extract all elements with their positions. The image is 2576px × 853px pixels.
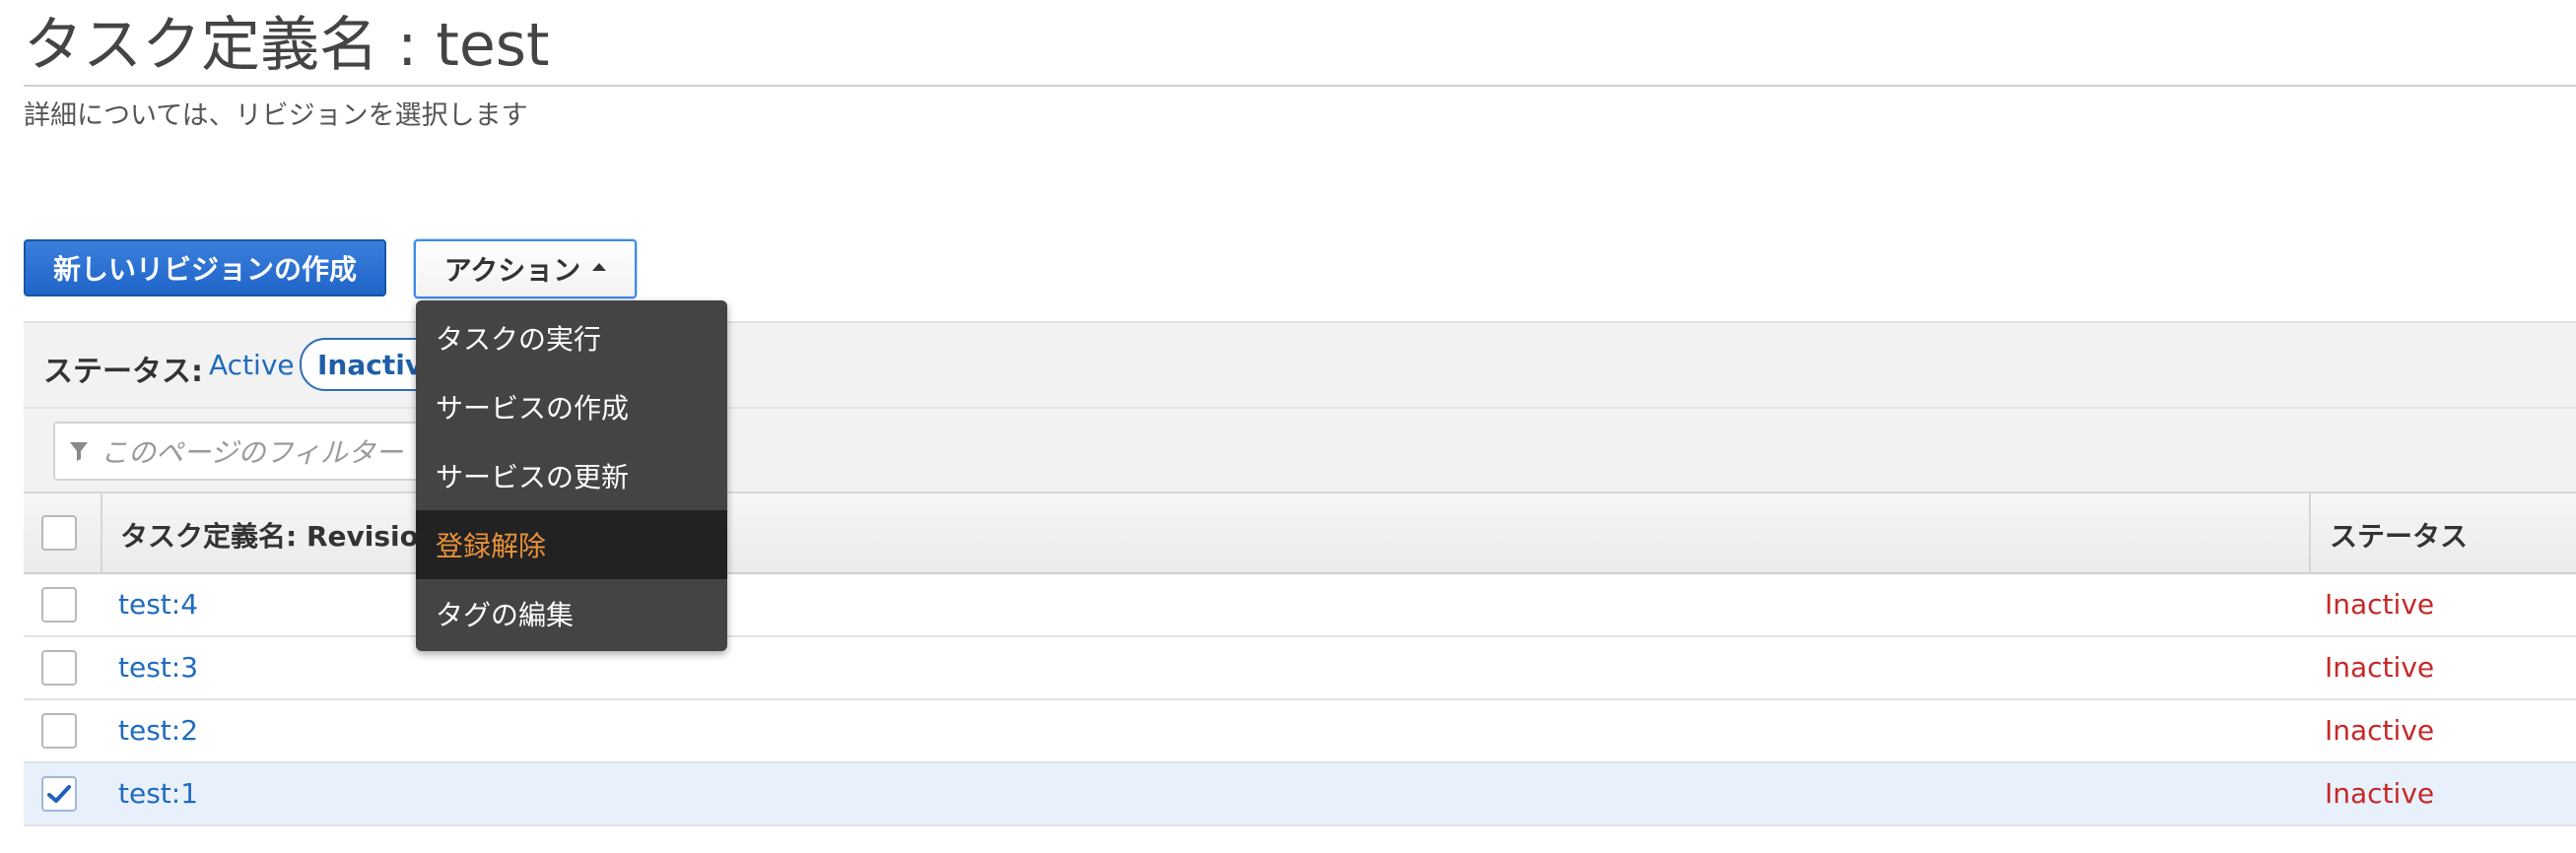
filter-bar: このページのフィルター	[24, 407, 2576, 492]
status-filter-label: ステータス:	[43, 355, 203, 389]
status-value: Inactive	[2325, 777, 2435, 810]
select-all-cell	[24, 493, 102, 572]
status-value: Inactive	[2325, 588, 2435, 621]
status-value: Inactive	[2325, 714, 2435, 747]
row-checkbox[interactable]	[41, 650, 77, 686]
column-divider	[2309, 493, 2311, 572]
column-header-revision[interactable]: タスク定義名: Revision	[120, 515, 439, 555]
table-row: test:3 Inactive	[24, 637, 2576, 700]
filter-icon	[69, 440, 89, 462]
menu-item-deregister[interactable]: 登録解除	[416, 510, 727, 579]
revision-link[interactable]: test:1	[118, 777, 198, 810]
menu-item-update-service[interactable]: サービスの更新	[416, 441, 727, 510]
actions-dropdown-menu: タスクの実行 サービスの作成 サービスの更新 登録解除 タグの編集	[416, 300, 727, 651]
revisions-table: タスク定義名: Revision ステータス test:4 Inactive t…	[24, 492, 2576, 826]
create-revision-label: 新しいリビジョンの作成	[52, 253, 357, 286]
menu-item-run-task[interactable]: タスクの実行	[416, 303, 727, 372]
actions-button[interactable]: アクション	[414, 239, 637, 298]
row-checkbox[interactable]	[41, 587, 77, 623]
status-value: Inactive	[2325, 651, 2435, 684]
column-header-status[interactable]: ステータス	[2330, 515, 2468, 555]
select-all-checkbox[interactable]	[41, 515, 77, 551]
revision-link[interactable]: test:3	[118, 651, 198, 684]
menu-item-create-service[interactable]: サービスの作成	[416, 372, 727, 441]
table-row: test:4 Inactive	[24, 574, 2576, 637]
table-header: タスク定義名: Revision ステータス	[24, 492, 2576, 574]
caret-up-icon	[592, 263, 607, 271]
row-checkbox[interactable]	[41, 713, 77, 749]
title-divider	[24, 85, 2576, 87]
status-option-active[interactable]: Active	[209, 349, 295, 381]
table-row: test:2 Inactive	[24, 700, 2576, 763]
filter-placeholder: このページのフィルター	[101, 436, 403, 469]
table-row: test:1 Inactive	[24, 763, 2576, 826]
menu-item-edit-tags[interactable]: タグの編集	[416, 579, 727, 648]
actions-label: アクション	[443, 254, 581, 287]
page-title: タスク定義名 : test	[24, 11, 550, 80]
checkmark-icon	[47, 785, 71, 803]
revision-link[interactable]: test:2	[118, 714, 198, 747]
create-revision-button[interactable]: 新しいリビジョンの作成	[24, 239, 386, 296]
row-checkbox[interactable]	[41, 776, 77, 812]
revision-link[interactable]: test:4	[118, 588, 198, 621]
page-subtitle: 詳細については、リビジョンを選択します	[24, 100, 528, 131]
status-filter-bar: ステータス: Active Inactive	[24, 321, 2576, 407]
